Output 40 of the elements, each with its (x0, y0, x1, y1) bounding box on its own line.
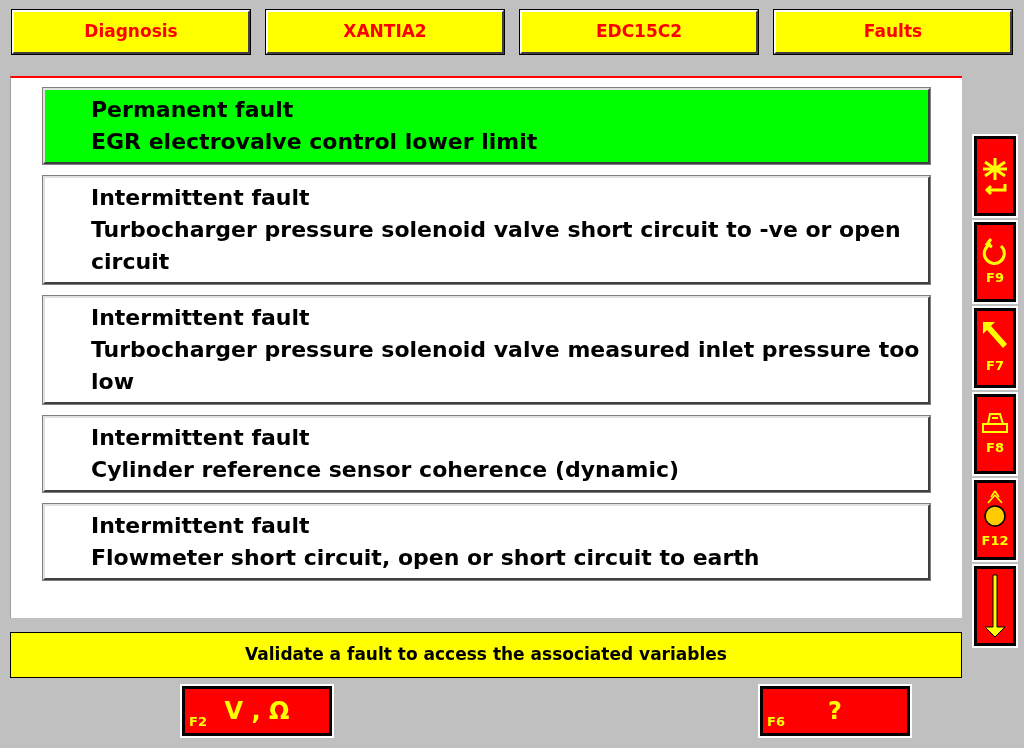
key-label: F6 (767, 712, 785, 731)
fault-description: Flowmeter short circuit, open or short circuit to earth (91, 544, 761, 572)
star-enter-icon (981, 156, 1009, 196)
status-message: Validate a fault to access the associated variables (10, 632, 962, 678)
tool-button[interactable] (974, 136, 1016, 216)
fault-description: Turbocharger pressure solenoid valve measured inlet pressure too low (91, 336, 920, 396)
fault-description: Turbocharger pressure solenoid valve short circuit to -ve or open circuit (91, 216, 902, 276)
tool-button[interactable]: F8 (974, 394, 1016, 474)
fault-description: EGR electrovalve control lower limit (91, 128, 539, 156)
fault-type: Intermittent fault (91, 184, 311, 212)
fault-item[interactable]: Intermittent fault Cylinder reference sensor coherence (dynamic) (43, 416, 930, 492)
undo-icon (981, 236, 1009, 267)
tool-button[interactable] (974, 566, 1016, 646)
fault-type: Intermittent fault (91, 512, 311, 540)
fault-type: Intermittent fault (91, 304, 311, 332)
tool-button[interactable]: F9 (974, 222, 1016, 302)
key-label: F12 (981, 532, 1009, 551)
function-key-button[interactable]: F6 ? (760, 686, 910, 736)
header-label: XANTIA2 (266, 10, 504, 54)
down-arrow-icon (983, 573, 1007, 639)
key-label: F2 (189, 712, 207, 731)
key-label: F7 (986, 357, 1004, 376)
button-label: V , Ω (224, 696, 290, 727)
fault-type: Permanent fault (91, 96, 295, 124)
fault-item[interactable]: Intermittent fault Turbocharger pressure solenoid valve measured inlet pressure too low (43, 296, 930, 404)
header-label: EDC15C2 (520, 10, 758, 54)
fault-item[interactable]: Intermittent fault Flowmeter short circuit, open or short circuit to earth (43, 504, 930, 580)
fault-description: Cylinder reference sensor coherence (dynamic) (91, 456, 681, 484)
fault-item[interactable]: Permanent fault EGR electrovalve control lower limit (43, 88, 930, 164)
tool-button[interactable]: F12 (974, 480, 1016, 560)
button-label: ? (828, 696, 842, 727)
header-label: Diagnosis (12, 10, 250, 54)
globe-antenna-icon (981, 489, 1009, 530)
function-key-button[interactable]: F2 V , Ω (182, 686, 332, 736)
tool-button[interactable]: F7 (974, 308, 1016, 388)
key-label: F8 (986, 439, 1004, 458)
fault-type: Intermittent fault (91, 424, 311, 452)
fault-item[interactable]: Intermittent fault Turbocharger pressure solenoid valve short circuit to -ve or open circuit (43, 176, 930, 284)
header-label: Faults (774, 10, 1012, 54)
key-label: F9 (986, 269, 1004, 288)
